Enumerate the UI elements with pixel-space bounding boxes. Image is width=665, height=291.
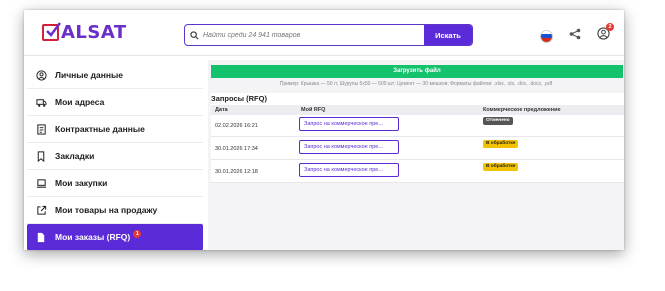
sidebar: Личные данные Мои адреса Контрактные дан… xyxy=(27,62,203,250)
rfq-request-link[interactable]: Запрос на коммерческое пре... xyxy=(299,140,399,154)
upload-file-button[interactable]: Загрузить файл xyxy=(211,65,623,78)
row-date: 30.01.2026 12:18 xyxy=(215,169,258,175)
external-link-icon xyxy=(35,204,47,216)
column-header-date: Дата xyxy=(215,107,228,113)
cart-icon xyxy=(35,177,47,189)
orders-count-badge: 1 xyxy=(133,230,142,238)
logo[interactable]: ALSAT xyxy=(42,22,127,43)
sidebar-item-bookmarks[interactable]: Закладки xyxy=(27,143,203,170)
header: ALSAT Искать 2 xyxy=(24,10,624,56)
sidebar-item-purchases[interactable]: Мои закупки xyxy=(27,170,203,197)
upload-hint: Пример: Крышка — 50 л; Шурупы 5х50 — 500… xyxy=(279,81,553,87)
table-row: 30.01.2026 17:34 Запрос на коммерческое … xyxy=(211,138,624,160)
sidebar-item-addresses[interactable]: Мои адреса xyxy=(27,89,203,116)
logo-check-icon xyxy=(42,22,61,41)
sidebar-item-personal-data[interactable]: Личные данные xyxy=(27,62,203,89)
sidebar-item-label: Мои заказы (RFQ) xyxy=(55,232,131,242)
sidebar-item-label: Мои адреса xyxy=(55,97,105,107)
language-flag-icon[interactable] xyxy=(540,29,553,43)
sidebar-item-goods-for-sale[interactable]: Мои товары на продажу xyxy=(27,197,203,224)
table-row: 30.01.2026 12:18 Запрос на коммерческое … xyxy=(211,161,624,183)
bookmark-icon xyxy=(35,150,47,162)
rfq-request-link[interactable]: Запрос на коммерческое пре... xyxy=(299,163,399,177)
search-input[interactable] xyxy=(203,25,424,45)
notification-badge: 2 xyxy=(606,23,614,31)
row-date: 02.02.2026 16:21 xyxy=(215,123,258,129)
rfq-request-link[interactable]: Запрос на коммерческое пре... xyxy=(299,117,399,131)
sidebar-item-label: Закладки xyxy=(55,151,95,161)
rfq-panel: Запросы (RFQ) Дата Мой RFQ Коммерческое … xyxy=(211,93,624,183)
column-header-offer: Коммерческое предложение xyxy=(483,107,561,113)
row-date: 30.01.2026 17:34 xyxy=(215,146,258,152)
truck-icon xyxy=(35,96,47,108)
sidebar-item-label: Контрактные данные xyxy=(55,124,145,134)
sidebar-item-label: Мои товары на продажу xyxy=(55,205,158,215)
search-icon xyxy=(185,25,203,45)
status-badge: В обработке xyxy=(483,163,519,171)
header-icons: 2 xyxy=(540,23,614,45)
share-icon[interactable] xyxy=(569,27,581,45)
sidebar-item-orders-rfq[interactable]: Мои заказы (RFQ) 1 xyxy=(27,224,203,250)
account-button[interactable]: 2 xyxy=(597,23,614,45)
table-header: Дата Мой RFQ Коммерческое предложение xyxy=(211,105,624,115)
document-icon xyxy=(35,231,47,243)
sidebar-item-label: Личные данные xyxy=(55,70,123,80)
sidebar-item-label: Мои закупки xyxy=(55,178,108,188)
logo-text: ALSAT xyxy=(61,22,127,43)
table-row: 02.02.2026 16:21 Запрос на коммерческое … xyxy=(211,115,624,137)
main-content: Загрузить файл Пример: Крышка — 50 л; Шу… xyxy=(208,60,624,250)
app-window: ALSAT Искать 2 Личные данные xyxy=(24,10,624,250)
section-title: Запросы (RFQ) xyxy=(211,94,267,103)
column-header-rfq: Мой RFQ xyxy=(301,107,326,113)
sidebar-item-contract-data[interactable]: Контрактные данные xyxy=(27,116,203,143)
search-bar: Искать xyxy=(184,24,473,46)
status-badge: В обработке xyxy=(483,140,519,148)
search-button[interactable]: Искать xyxy=(424,25,472,45)
contract-icon xyxy=(35,123,47,135)
user-circle-icon xyxy=(35,69,47,81)
status-badge: Отменено xyxy=(483,117,513,125)
